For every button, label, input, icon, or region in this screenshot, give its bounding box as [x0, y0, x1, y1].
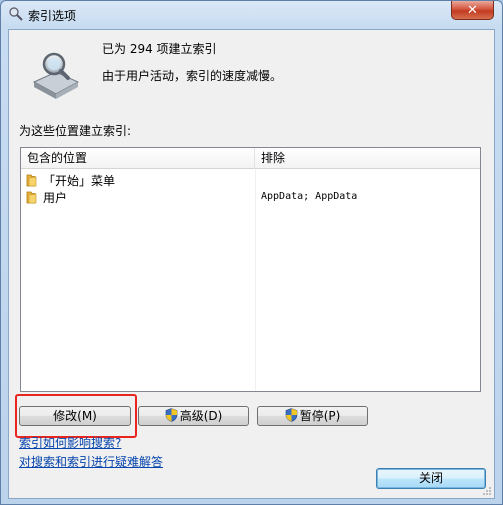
hard-drive-search-icon [32, 52, 80, 99]
table-row[interactable]: 「开始」菜单 [21, 172, 480, 189]
location-name: 用户 [43, 191, 68, 205]
pause-button[interactable]: 暂停(P) [257, 406, 368, 426]
title-bar[interactable]: 索引选项 ✕ [1, 1, 502, 28]
indexed-count-text: 已为 294 项建立索引 [102, 42, 217, 56]
locations-section-label: 为这些位置建立索引: [19, 124, 132, 138]
uac-shield-icon [165, 408, 177, 422]
how-indexing-affects-search-link[interactable]: 索引如何影响搜索? [19, 434, 121, 451]
indexed-locations-list[interactable]: 包含的位置 排除 「开始」菜单 用户 AppData; AppData [20, 147, 481, 392]
resize-grip-icon[interactable] [482, 486, 492, 496]
location-exclusions: AppData; AppData [261, 191, 358, 202]
folder-icon [26, 174, 37, 187]
indexing-options-window: 索引选项 ✕ 已为 294 项建立索引 由于用户活动，索引的速度减慢。 为这些位… [0, 0, 503, 505]
folder-icon [26, 191, 37, 204]
column-header-included[interactable]: 包含的位置 [21, 148, 255, 169]
column-header-excluded[interactable]: 排除 [255, 148, 480, 169]
close-button[interactable]: 关闭 [376, 468, 486, 489]
advanced-button[interactable]: 高级(D) [138, 406, 249, 426]
pause-button-label: 暂停(P) [299, 409, 341, 423]
modify-button[interactable]: 修改(M) [19, 406, 131, 426]
window-title: 索引选项 [28, 9, 77, 23]
location-name: 「开始」菜单 [43, 174, 116, 188]
advanced-button-label: 高级(D) [179, 409, 223, 423]
close-icon: ✕ [467, 3, 478, 18]
table-row[interactable]: 用户 AppData; AppData [21, 189, 480, 206]
indexing-status-note: 由于用户活动，索引的速度减慢。 [102, 69, 283, 83]
modify-button-label: 修改(M) [53, 409, 97, 423]
troubleshoot-search-link[interactable]: 对搜索和索引进行疑难解答 [19, 453, 163, 470]
indexing-options-icon [9, 7, 23, 21]
uac-shield-icon [285, 408, 297, 422]
window-close-button[interactable]: ✕ [451, 1, 494, 20]
dialog-body: 已为 294 项建立索引 由于用户活动，索引的速度减慢。 为这些位置建立索引: … [8, 29, 495, 499]
close-button-label: 关闭 [418, 471, 443, 485]
